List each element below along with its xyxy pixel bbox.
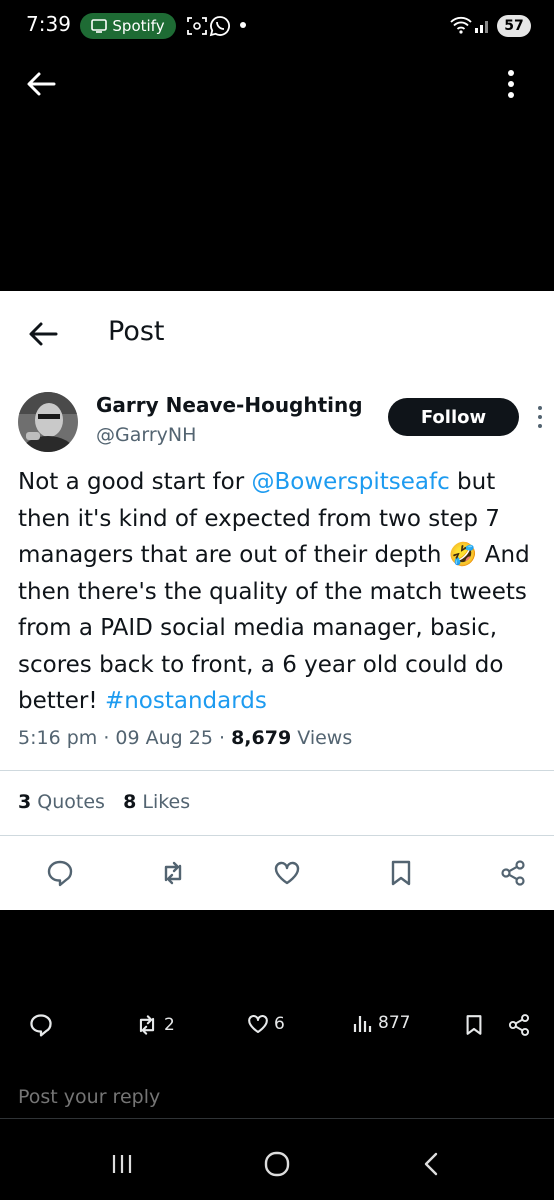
back-icon[interactable] — [421, 1151, 441, 1177]
likes-count: 8 — [123, 791, 137, 813]
reply-icon — [30, 1014, 52, 1037]
wifi-icon — [450, 16, 472, 34]
avatar-image — [18, 392, 78, 452]
back-arrow-icon[interactable] — [28, 320, 58, 348]
quotes-count: 3 — [18, 791, 32, 813]
mention-link[interactable]: @Bowerspitseafc — [251, 469, 449, 495]
bottom-repost[interactable]: 2 — [134, 1012, 175, 1038]
tweet-text-part: Not a good start for — [18, 469, 252, 495]
like-icon — [248, 1014, 268, 1034]
bookmark-icon — [466, 1015, 482, 1035]
views-count: 8,679 — [231, 727, 292, 749]
reply-icon[interactable] — [45, 858, 75, 888]
tweet-text: Not a good start for @Bowerspitseafc but… — [18, 464, 538, 720]
back-arrow-icon[interactable] — [26, 70, 56, 98]
more-options-icon[interactable] — [536, 404, 544, 430]
divider — [0, 770, 554, 771]
likes-label: Likes — [142, 791, 191, 813]
spotify-indicator[interactable]: Spotify — [80, 13, 176, 39]
bottom-share[interactable] — [506, 1012, 532, 1038]
signal-icon — [475, 21, 488, 33]
views-label: Views — [297, 727, 353, 749]
bottom-views[interactable]: 877 — [352, 1012, 410, 1034]
hashtag-link[interactable]: #nostandards — [105, 688, 267, 714]
quotes-stat[interactable]: 3 Quotes — [18, 791, 105, 813]
tweet-date: 09 Aug 25 — [115, 727, 213, 749]
spotify-label: Spotify — [112, 17, 165, 35]
engagement-stats: 3 Quotes 8 Likes — [18, 791, 190, 813]
whatsapp-icon — [209, 16, 230, 37]
share-icon[interactable] — [498, 858, 528, 888]
views-icon — [353, 1016, 372, 1032]
likes-stat[interactable]: 8 Likes — [123, 791, 190, 813]
tweet-meta: 5:16 pm · 09 Aug 25 · 8,679 Views — [18, 727, 353, 749]
repost-icon — [139, 1015, 155, 1035]
more-vertical-icon[interactable] — [504, 68, 518, 100]
repost-icon[interactable] — [158, 858, 188, 888]
status-time: 7:39 — [26, 12, 71, 36]
bottom-reply[interactable] — [28, 1012, 54, 1038]
battery-indicator: 57 — [497, 15, 531, 37]
avatar[interactable] — [18, 392, 78, 452]
bottom-bookmark[interactable] — [462, 1012, 486, 1038]
share-icon — [508, 1014, 530, 1036]
author-name[interactable]: Garry Neave-Houghting — [96, 393, 363, 417]
reply-input[interactable] — [18, 1080, 538, 1114]
views-count: 877 — [378, 1013, 411, 1033]
tweet-text-part: but then it's kind of expected from two … — [18, 469, 530, 714]
notification-dot — [240, 22, 246, 28]
tweet-time: 5:16 pm — [18, 727, 98, 749]
page-title: Post — [108, 316, 165, 347]
cast-icon — [91, 19, 108, 33]
divider — [0, 835, 554, 836]
quotes-label: Quotes — [37, 791, 105, 813]
like-count: 6 — [274, 1014, 285, 1034]
author-handle[interactable]: @GarryNH — [96, 424, 196, 446]
bottom-like[interactable]: 6 — [246, 1012, 285, 1036]
follow-button[interactable]: Follow — [388, 398, 519, 436]
recent-apps-icon[interactable] — [110, 1152, 134, 1176]
like-icon[interactable] — [272, 858, 302, 888]
home-icon[interactable] — [263, 1151, 291, 1177]
reply-divider — [0, 1118, 554, 1119]
repost-count: 2 — [164, 1015, 175, 1035]
bookmark-icon[interactable] — [386, 858, 416, 888]
screenshot-icon — [187, 17, 207, 35]
